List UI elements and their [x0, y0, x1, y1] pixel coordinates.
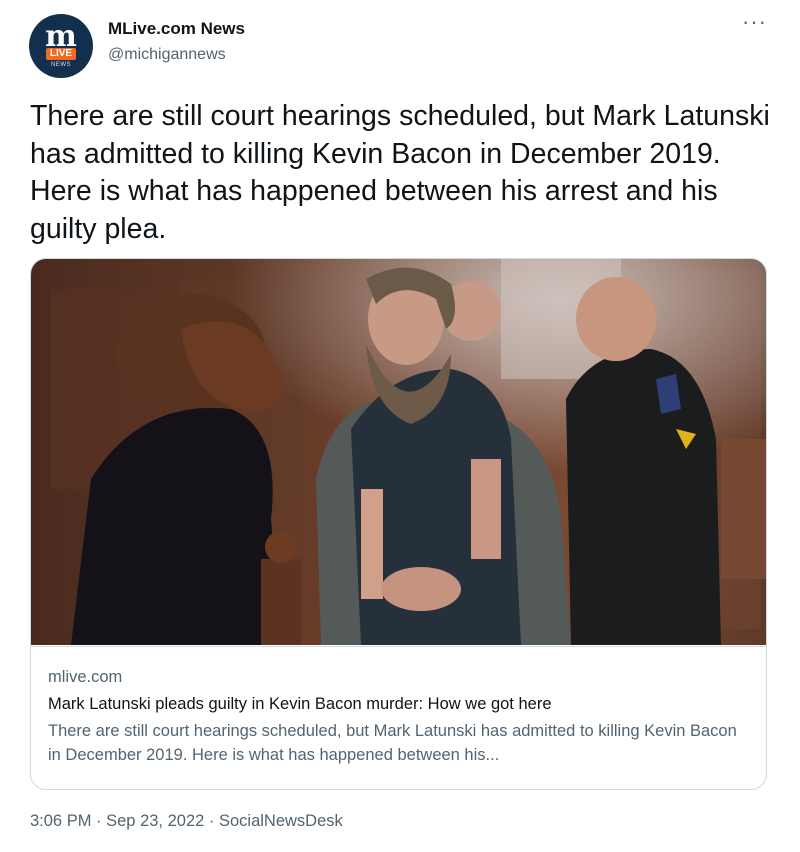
tweet-source[interactable]: SocialNewsDesk	[219, 812, 343, 830]
footer-separator: ·	[91, 812, 107, 830]
avatar[interactable]: m LIVE NEWS	[29, 14, 93, 78]
tweet-footer: 3:06 PM · Sep 23, 2022 · SocialNewsDesk	[30, 812, 343, 831]
courtroom-photo	[31, 259, 766, 645]
avatar-logo-sub: NEWS	[51, 61, 71, 68]
tweet-date[interactable]: Sep 23, 2022	[106, 812, 204, 830]
card-photo	[31, 259, 766, 645]
avatar-logo-text: m	[45, 18, 77, 54]
link-card[interactable]: mlive.com Mark Latunski pleads guilty in…	[30, 258, 767, 790]
tweet: m LIVE NEWS MLive.com News @michigannews…	[0, 0, 800, 852]
card-title[interactable]: Mark Latunski pleads guilty in Kevin Bac…	[48, 693, 750, 715]
card-description: There are still court hearings scheduled…	[48, 722, 737, 764]
footer-separator-2: ·	[204, 812, 219, 830]
tweet-text: There are still court hearings scheduled…	[30, 100, 770, 245]
account-name[interactable]: MLive.com News	[108, 19, 245, 39]
avatar-logo-badge: LIVE	[45, 47, 77, 60]
card-meta: mlive.com Mark Latunski pleads guilty in…	[31, 646, 766, 789]
tweet-time[interactable]: 3:06 PM	[30, 812, 91, 830]
account-handle[interactable]: @michigannews	[108, 46, 226, 64]
card-domain: mlive.com	[48, 668, 123, 686]
more-options-icon[interactable]: ···	[742, 11, 767, 33]
